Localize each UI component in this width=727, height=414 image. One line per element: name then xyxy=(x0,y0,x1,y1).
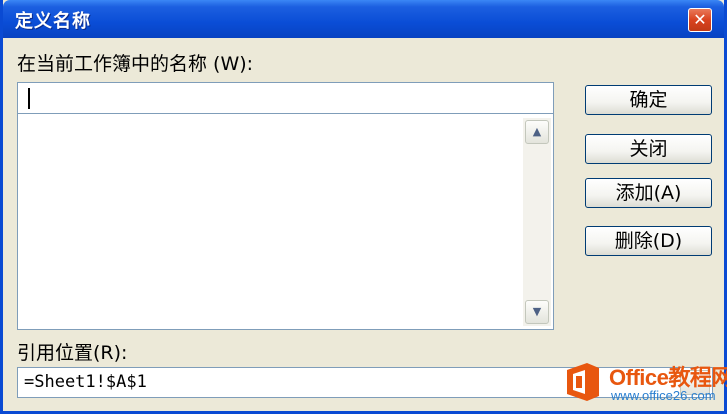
listbox-scrollbar[interactable]: ▲ ▼ xyxy=(523,118,551,326)
add-button[interactable]: 添加(A) xyxy=(585,178,712,208)
office-logo-icon xyxy=(567,363,599,401)
close-button[interactable]: 关闭 xyxy=(585,134,712,164)
chevron-up-icon: ▲ xyxy=(532,125,542,138)
close-icon: ✕ xyxy=(693,10,707,29)
watermark: Office教程网 www.office26.com xyxy=(561,352,727,412)
scroll-down-button[interactable]: ▼ xyxy=(525,300,549,324)
delete-button[interactable]: 删除(D) xyxy=(585,226,712,256)
reference-value: =Sheet1!$A$1 xyxy=(24,372,147,392)
dialog-title: 定义名称 xyxy=(15,11,91,32)
reference-label: 引用位置(R): xyxy=(17,342,128,364)
names-label: 在当前工作簿中的名称 (W): xyxy=(17,53,254,75)
name-input[interactable] xyxy=(17,82,554,114)
text-caret xyxy=(28,88,30,109)
watermark-url: www.office26.com xyxy=(611,388,716,403)
ok-button[interactable]: 确定 xyxy=(585,85,712,115)
names-listbox[interactable]: ▲ ▼ xyxy=(17,114,554,330)
title-bar[interactable]: 定义名称 ✕ xyxy=(3,0,724,38)
close-window-button[interactable]: ✕ xyxy=(688,8,712,32)
chevron-down-icon: ▼ xyxy=(532,305,542,318)
scroll-up-button[interactable]: ▲ xyxy=(525,120,549,144)
